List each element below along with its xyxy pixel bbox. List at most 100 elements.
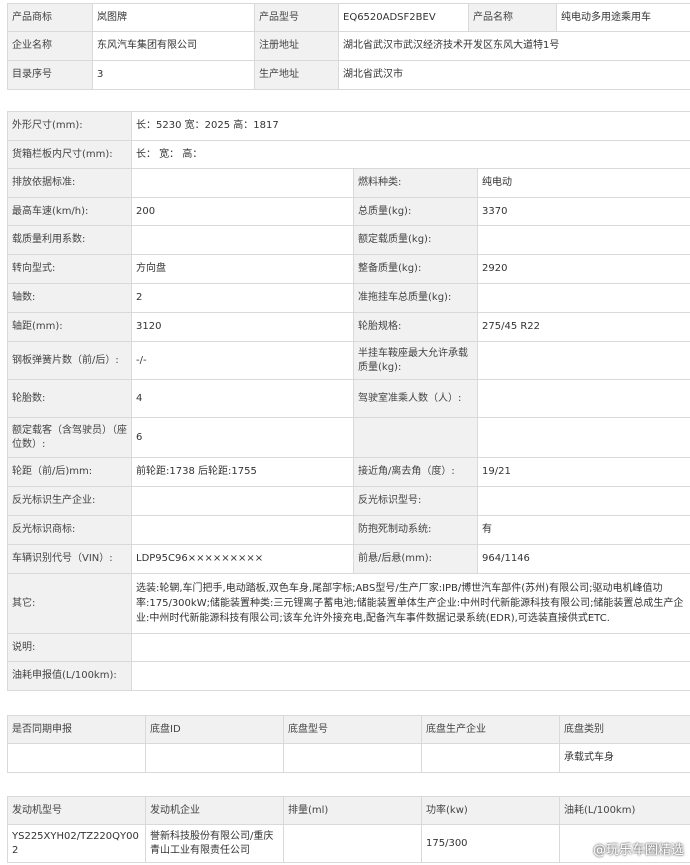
cab-capacity-value (476, 379, 690, 418)
reflector-company-value (131, 486, 354, 516)
angle-value: 19/21 (476, 457, 690, 487)
spring-label: 钢板弹簧片数（前/后）: (7, 341, 132, 380)
tire-spec-value: 275/45 R22 (476, 312, 690, 342)
max-speed-label: 最高车速(km/h): (7, 197, 132, 226)
spec-table: 外形尺寸(mm): 长：5230 宽：2025 高：1817 货箱栏板内尺寸(m… (7, 111, 690, 691)
overhang-value: 964/1146 (476, 544, 690, 574)
track-value: 前轮距:1738 后轮距:1755 (131, 457, 354, 487)
reg-address-value: 湖北省武汉市武汉经济技术开发区东风大道特1号 (338, 31, 690, 61)
fuel-type-value: 纯电动 (476, 168, 690, 198)
seats-label: 额定载客（含驾驶员）（座位数）: (7, 417, 132, 458)
chassis-cell (283, 743, 422, 773)
cab-capacity-label: 驾驶室准乘人数（人）: (353, 379, 478, 418)
angle-label: 接近角/离去角（度）: (353, 457, 478, 487)
engine-cell: YS225XYH02/TZ220QY002 (7, 824, 146, 863)
track-label: 轮距（前/后)mm: (7, 457, 132, 487)
tire-count-value: 4 (131, 379, 354, 418)
note-label: 说明: (7, 633, 132, 662)
model-label: 产品型号 (254, 3, 339, 32)
saddle-load-value (476, 341, 690, 380)
fuel-consumption-label: 油耗申报值(L/100km): (7, 661, 132, 691)
reflector-model-value (476, 486, 690, 516)
chassis-cell (145, 743, 284, 773)
emission-label: 排放依据标准: (7, 168, 132, 198)
engine-header: 发动机企业 (145, 796, 284, 825)
chassis-header: 底盘ID (145, 715, 284, 744)
vin-label: 车辆识别代号（VIN）: (7, 544, 132, 574)
chassis-cell (421, 743, 560, 773)
cargo-dims-value: 长： 宽： 高： (130, 140, 690, 169)
weibo-icon (572, 841, 588, 856)
company-value: 东风汽车集团有限公司 (92, 31, 255, 61)
load-util-label: 载质量利用系数: (7, 225, 132, 255)
reg-address-label: 注册地址 (254, 31, 339, 61)
product-info-table: 产品商标 岚图牌 产品型号 EQ6520ADSF2BEV 产品名称 纯电动多用途… (7, 3, 690, 90)
company-label: 企业名称 (7, 31, 93, 61)
reflector-brand-value (131, 515, 354, 545)
curb-mass-label: 整备质量(kg): (353, 254, 478, 284)
engine-cell (283, 824, 422, 863)
watermark: @玩乐车圈精选 (571, 839, 684, 858)
chassis-cell (7, 743, 146, 773)
engine-header: 发动机型号 (7, 796, 146, 825)
cargo-dims-label: 货箱栏板内尺寸(mm): (7, 140, 132, 169)
fuel-consumption-value (130, 661, 690, 691)
tire-spec-label: 轮胎规格: (353, 312, 478, 342)
engine-cell: 175/300 (421, 824, 560, 863)
seats-empty-value (476, 417, 690, 458)
rated-load-label: 额定载质量(kg): (353, 225, 478, 255)
watermark-text: @玩乐车圈精选 (592, 843, 684, 858)
prod-address-label: 生产地址 (254, 60, 339, 90)
vin-value: LDP95C96××××××××× (131, 544, 354, 574)
total-mass-value: 3370 (476, 197, 690, 226)
axles-label: 轴数: (7, 283, 132, 313)
chassis-header: 底盘类别 (559, 715, 690, 744)
catalog-label: 目录序号 (7, 60, 93, 90)
engine-header: 排量(ml) (283, 796, 422, 825)
model-value: EQ6520ADSF2BEV (338, 3, 469, 32)
chassis-header: 底盘型号 (283, 715, 422, 744)
rated-load-value (476, 225, 690, 255)
trailer-mass-value (476, 283, 690, 313)
load-util-value (131, 225, 354, 255)
max-speed-value: 200 (131, 197, 354, 226)
fuel-type-label: 燃料种类: (353, 168, 478, 198)
prod-address-value: 湖北省武汉市 (338, 60, 690, 90)
abs-label: 防抱死制动系统: (353, 515, 478, 545)
steering-label: 转向型式: (7, 254, 132, 284)
chassis-header: 是否同期申报 (7, 715, 146, 744)
product-name-label: 产品名称 (468, 3, 557, 32)
reflector-company-label: 反光标识生产企业: (7, 486, 132, 516)
engine-header: 功率(kw) (421, 796, 560, 825)
spring-value: -/- (131, 341, 354, 380)
brand-label: 产品商标 (7, 3, 93, 32)
dims-value: 长：5230 宽：2025 高：1817 (130, 111, 690, 141)
engine-header: 油耗(L/100km) (559, 796, 690, 825)
curb-mass-value: 2920 (476, 254, 690, 284)
chassis-table: 是否同期申报 底盘ID 底盘型号 底盘生产企业 底盘类别 承载式车身 (7, 715, 690, 773)
emission-value (131, 168, 354, 198)
tire-count-label: 轮胎数: (7, 379, 132, 418)
axles-value: 2 (131, 283, 354, 313)
overhang-label: 前悬/后悬(mm): (353, 544, 478, 574)
wheelbase-value: 3120 (131, 312, 354, 342)
chassis-header: 底盘生产企业 (421, 715, 560, 744)
note-value (130, 633, 690, 662)
chassis-cell: 承载式车身 (559, 743, 690, 773)
steering-value: 方向盘 (131, 254, 354, 284)
seats-empty-label (353, 417, 478, 458)
brand-value: 岚图牌 (92, 3, 255, 32)
engine-cell: 誉新科技股份有限公司/重庆青山工业有限责任公司 (145, 824, 284, 863)
other-value: 选装:轮辋,车门把手,电动踏板,双色车身,尾部字标;ABS型号/生产厂家:IPB… (130, 573, 690, 634)
saddle-load-label: 半挂车鞍座最大允许承载质量(kg): (353, 341, 478, 380)
total-mass-label: 总质量(kg): (353, 197, 478, 226)
reflector-model-label: 反光标识型号: (353, 486, 478, 516)
wheelbase-label: 轴距(mm): (7, 312, 132, 342)
dims-label: 外形尺寸(mm): (7, 111, 132, 141)
trailer-mass-label: 准拖挂车总质量(kg): (353, 283, 478, 313)
abs-value: 有 (476, 515, 690, 545)
seats-value: 6 (131, 417, 354, 458)
catalog-value: 3 (92, 60, 255, 90)
reflector-brand-label: 反光标识商标: (7, 515, 132, 545)
product-name-value: 纯电动多用途乘用车 (556, 3, 690, 32)
